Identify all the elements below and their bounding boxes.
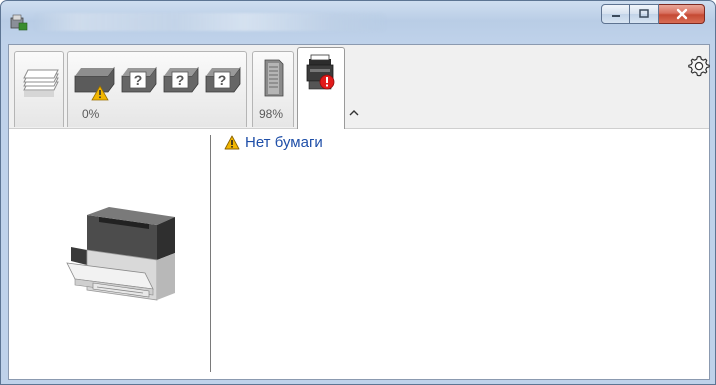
- memory-percentage: 98%: [259, 107, 284, 121]
- printer-app-icon: [10, 14, 28, 31]
- toner-unknown-cyan: ?: [121, 66, 157, 93]
- settings-gear-icon[interactable]: [687, 54, 711, 78]
- svg-text:?: ?: [218, 72, 227, 88]
- paper-stack-icon: [23, 69, 59, 97]
- status-message-text: Нет бумаги: [245, 133, 323, 151]
- tab-toner[interactable]: ? ? ? 0%: [67, 51, 247, 127]
- window-title: [35, 13, 385, 31]
- memory-icon: [264, 59, 284, 97]
- warning-icon: [224, 135, 240, 149]
- printer-device-image: [66, 207, 175, 301]
- title-bar[interactable]: [1, 1, 715, 44]
- close-icon: [676, 8, 687, 20]
- tab-printer-status[interactable]: [297, 47, 345, 129]
- toner-cartridges-icons: ? ? ?: [74, 66, 241, 101]
- maximize-icon: [639, 9, 649, 18]
- minimize-icon: [611, 15, 620, 17]
- collapse-chevron-up-icon[interactable]: [349, 109, 359, 117]
- caption-buttons: [601, 4, 705, 26]
- status-tabs-bar: ? ? ? 0% 98%: [9, 45, 711, 129]
- client-area: ? ? ? 0% 98% Нет бумаги: [8, 44, 710, 380]
- svg-text:?: ?: [134, 72, 143, 88]
- device-image-panel: [9, 129, 210, 379]
- toner-percentage: 0%: [82, 107, 100, 121]
- tab-memory[interactable]: 98%: [252, 51, 294, 127]
- printer-error-icon: [306, 54, 335, 90]
- panel-divider: [210, 135, 211, 372]
- status-message: Нет бумаги: [224, 132, 323, 152]
- toner-black: [74, 66, 115, 93]
- maximize-button[interactable]: [630, 4, 659, 24]
- tab-paper-stack[interactable]: [14, 51, 64, 127]
- close-button[interactable]: [659, 4, 705, 24]
- toner-unknown-magenta: ?: [163, 66, 199, 93]
- toner-unknown-yellow: ?: [205, 66, 241, 93]
- svg-text:?: ?: [176, 72, 185, 88]
- status-monitor-window: ? ? ? 0% 98% Нет бумаги: [0, 0, 716, 385]
- minimize-button[interactable]: [601, 4, 630, 24]
